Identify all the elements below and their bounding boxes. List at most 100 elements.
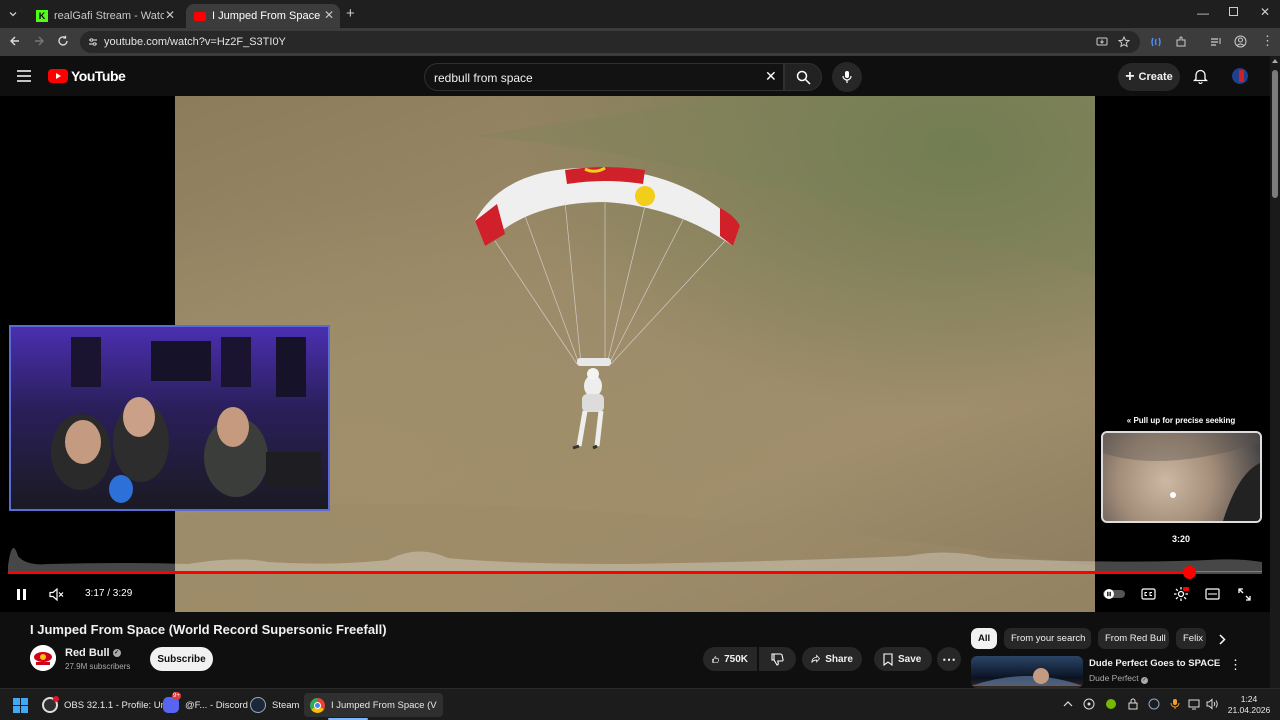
channel-avatar[interactable] — [30, 645, 56, 671]
miniplayer-button[interactable] — [1202, 580, 1222, 608]
tab-kick-stream[interactable]: K realGafi Stream - Watch Live on ✕ — [28, 4, 181, 28]
profile-icon[interactable] — [1234, 35, 1247, 48]
obs-icon — [42, 696, 59, 713]
network-icon[interactable] — [1188, 698, 1200, 710]
speaker-icon[interactable] — [1206, 698, 1219, 710]
notifications-bell-icon[interactable] — [1193, 68, 1208, 84]
share-button[interactable]: Share — [802, 647, 862, 671]
arrow-right-icon — [35, 36, 44, 46]
chip-felix[interactable]: Felix — [1176, 628, 1206, 649]
preview-timestamp: 3:20 — [1171, 534, 1190, 544]
search-input[interactable]: redbull from space ✕ — [424, 63, 784, 91]
chevron-up-icon[interactable] — [1063, 700, 1073, 708]
player-controls: 3:17 / 3:29 — [0, 580, 1270, 610]
windows-taskbar: OBS 32.1.1 - Profile: Unti 9+ @F... - Di… — [0, 688, 1280, 720]
taskbar-item-obs[interactable]: OBS 32.1.1 - Profile: Unti — [42, 693, 171, 717]
miniplayer-icon — [1204, 588, 1220, 600]
space-thumbnail-image — [971, 668, 1083, 686]
recommendation-menu-icon[interactable]: ⋮ — [1229, 657, 1242, 673]
taskbar-label: Steam — [272, 699, 300, 711]
autoplay-toggle[interactable] — [1102, 580, 1126, 608]
captions-button[interactable] — [1138, 580, 1158, 608]
scroll-up-arrow-icon[interactable] — [1272, 59, 1278, 63]
like-count: 750K — [724, 653, 748, 665]
search-button[interactable] — [784, 63, 822, 91]
video-title: I Jumped From Space (World Record Supers… — [30, 622, 387, 637]
tray-app-icon[interactable] — [1083, 698, 1095, 710]
progress-bar[interactable] — [8, 566, 1262, 579]
back-button[interactable] — [9, 35, 21, 47]
mute-button[interactable] — [46, 580, 66, 608]
dislike-button[interactable] — [759, 647, 796, 671]
subscribe-button[interactable]: Subscribe — [150, 647, 213, 671]
tray-lock-icon[interactable] — [1127, 698, 1139, 710]
youtube-play-logo-icon — [48, 69, 68, 83]
maximize-button[interactable] — [1229, 7, 1238, 16]
tab-youtube-video[interactable]: I Jumped From Space (World Re ✕ — [186, 4, 340, 28]
taskbar-item-steam[interactable]: Steam — [250, 693, 299, 717]
tab-title: I Jumped From Space (World Re — [212, 10, 322, 22]
recommendation-channel[interactable]: Dude Perfect ✓ — [1089, 673, 1148, 684]
close-tab-icon[interactable]: ✕ — [165, 8, 175, 22]
pause-button[interactable] — [11, 580, 31, 608]
minimize-button[interactable]: — — [1197, 6, 1209, 20]
browser-menu-icon[interactable]: ⋮ — [1261, 34, 1274, 47]
system-clock[interactable]: 1:24 21.04.2026 — [1226, 694, 1272, 716]
taskbar-item-discord[interactable]: 9+ @F... - Discord — [163, 692, 248, 717]
create-label: Create — [1138, 71, 1173, 83]
youtube-logo[interactable]: YouTube — [48, 68, 126, 84]
media-controls-icon[interactable] — [1210, 36, 1222, 48]
save-button[interactable]: Save — [874, 647, 932, 671]
browser-toolbar: youtube.com/watch?v=Hz2F_S3TI0Y ⋮ — [0, 28, 1280, 56]
chips-next-button[interactable] — [1218, 634, 1226, 645]
address-bar[interactable]: youtube.com/watch?v=Hz2F_S3TI0Y — [80, 31, 1140, 53]
nvidia-tray-icon[interactable] — [1105, 698, 1117, 710]
seek-preview-thumbnail — [1101, 431, 1262, 523]
seek-hint-text: Pull up for precise seeking — [1133, 416, 1236, 425]
create-button[interactable]: + Create — [1118, 63, 1180, 91]
recommendation-thumbnail[interactable] — [971, 656, 1083, 688]
steam-tray-icon[interactable] — [1148, 698, 1160, 710]
fullscreen-button[interactable] — [1234, 580, 1254, 608]
clear-search-icon[interactable]: ✕ — [765, 68, 777, 85]
new-tab-button[interactable]: + — [346, 5, 355, 22]
chip-from-your-search[interactable]: From your search — [1004, 628, 1091, 649]
share-arrow-icon — [811, 654, 821, 663]
extensions-puzzle-icon[interactable] — [1175, 36, 1187, 48]
chip-from-red-bull[interactable]: From Red Bull — [1098, 628, 1169, 649]
microphone-tray-icon[interactable] — [1170, 698, 1180, 710]
close-window-button[interactable]: ✕ — [1260, 5, 1270, 19]
recommendation-title[interactable]: Dude Perfect Goes to SPACE — [1089, 658, 1220, 669]
page-scrollbar[interactable] — [1270, 56, 1280, 688]
more-actions-button[interactable]: ⋯ — [937, 647, 961, 671]
extension-wave-icon[interactable] — [1150, 36, 1162, 48]
tab-title: realGafi Stream - Watch Live on — [54, 10, 164, 22]
bookmark-icon — [883, 652, 893, 666]
preview-frame-image — [1103, 433, 1260, 521]
taskbar-item-chrome[interactable]: I Jumped From Space (V — [304, 693, 443, 717]
thumbs-up-icon — [712, 655, 719, 663]
channel-name[interactable]: Red Bull ✓ — [65, 647, 121, 659]
like-button[interactable]: 750K — [703, 647, 757, 671]
time-display: 3:17 / 3:29 — [85, 588, 133, 599]
reload-button[interactable] — [57, 35, 69, 47]
webcam-people-image — [51, 337, 321, 503]
youtube-icon — [194, 11, 206, 21]
scrollbar-thumb[interactable] — [1272, 70, 1278, 198]
voice-search-button[interactable] — [832, 62, 862, 92]
close-tab-icon[interactable]: ✕ — [324, 8, 334, 22]
windows-start-icon[interactable] — [13, 698, 28, 713]
progress-scrubber[interactable] — [1183, 566, 1197, 579]
chevron-right-icon — [1219, 634, 1226, 645]
forward-button[interactable] — [33, 35, 45, 47]
video-player[interactable]: « Pull up for precise seeking 3:20 3:17 … — [0, 96, 1270, 612]
channel-name-text: Red Bull — [65, 647, 110, 659]
account-avatar[interactable] — [1232, 68, 1248, 84]
clock-date: 21.04.2026 — [1227, 705, 1271, 715]
discord-notification-badge: 9+ — [172, 692, 181, 700]
chip-all[interactable]: All — [971, 628, 997, 649]
hamburger-menu-icon[interactable] — [17, 70, 31, 82]
settings-button[interactable] — [1170, 580, 1192, 608]
tab-search-button[interactable] — [4, 6, 22, 22]
verified-check-icon: ✓ — [1141, 677, 1148, 684]
